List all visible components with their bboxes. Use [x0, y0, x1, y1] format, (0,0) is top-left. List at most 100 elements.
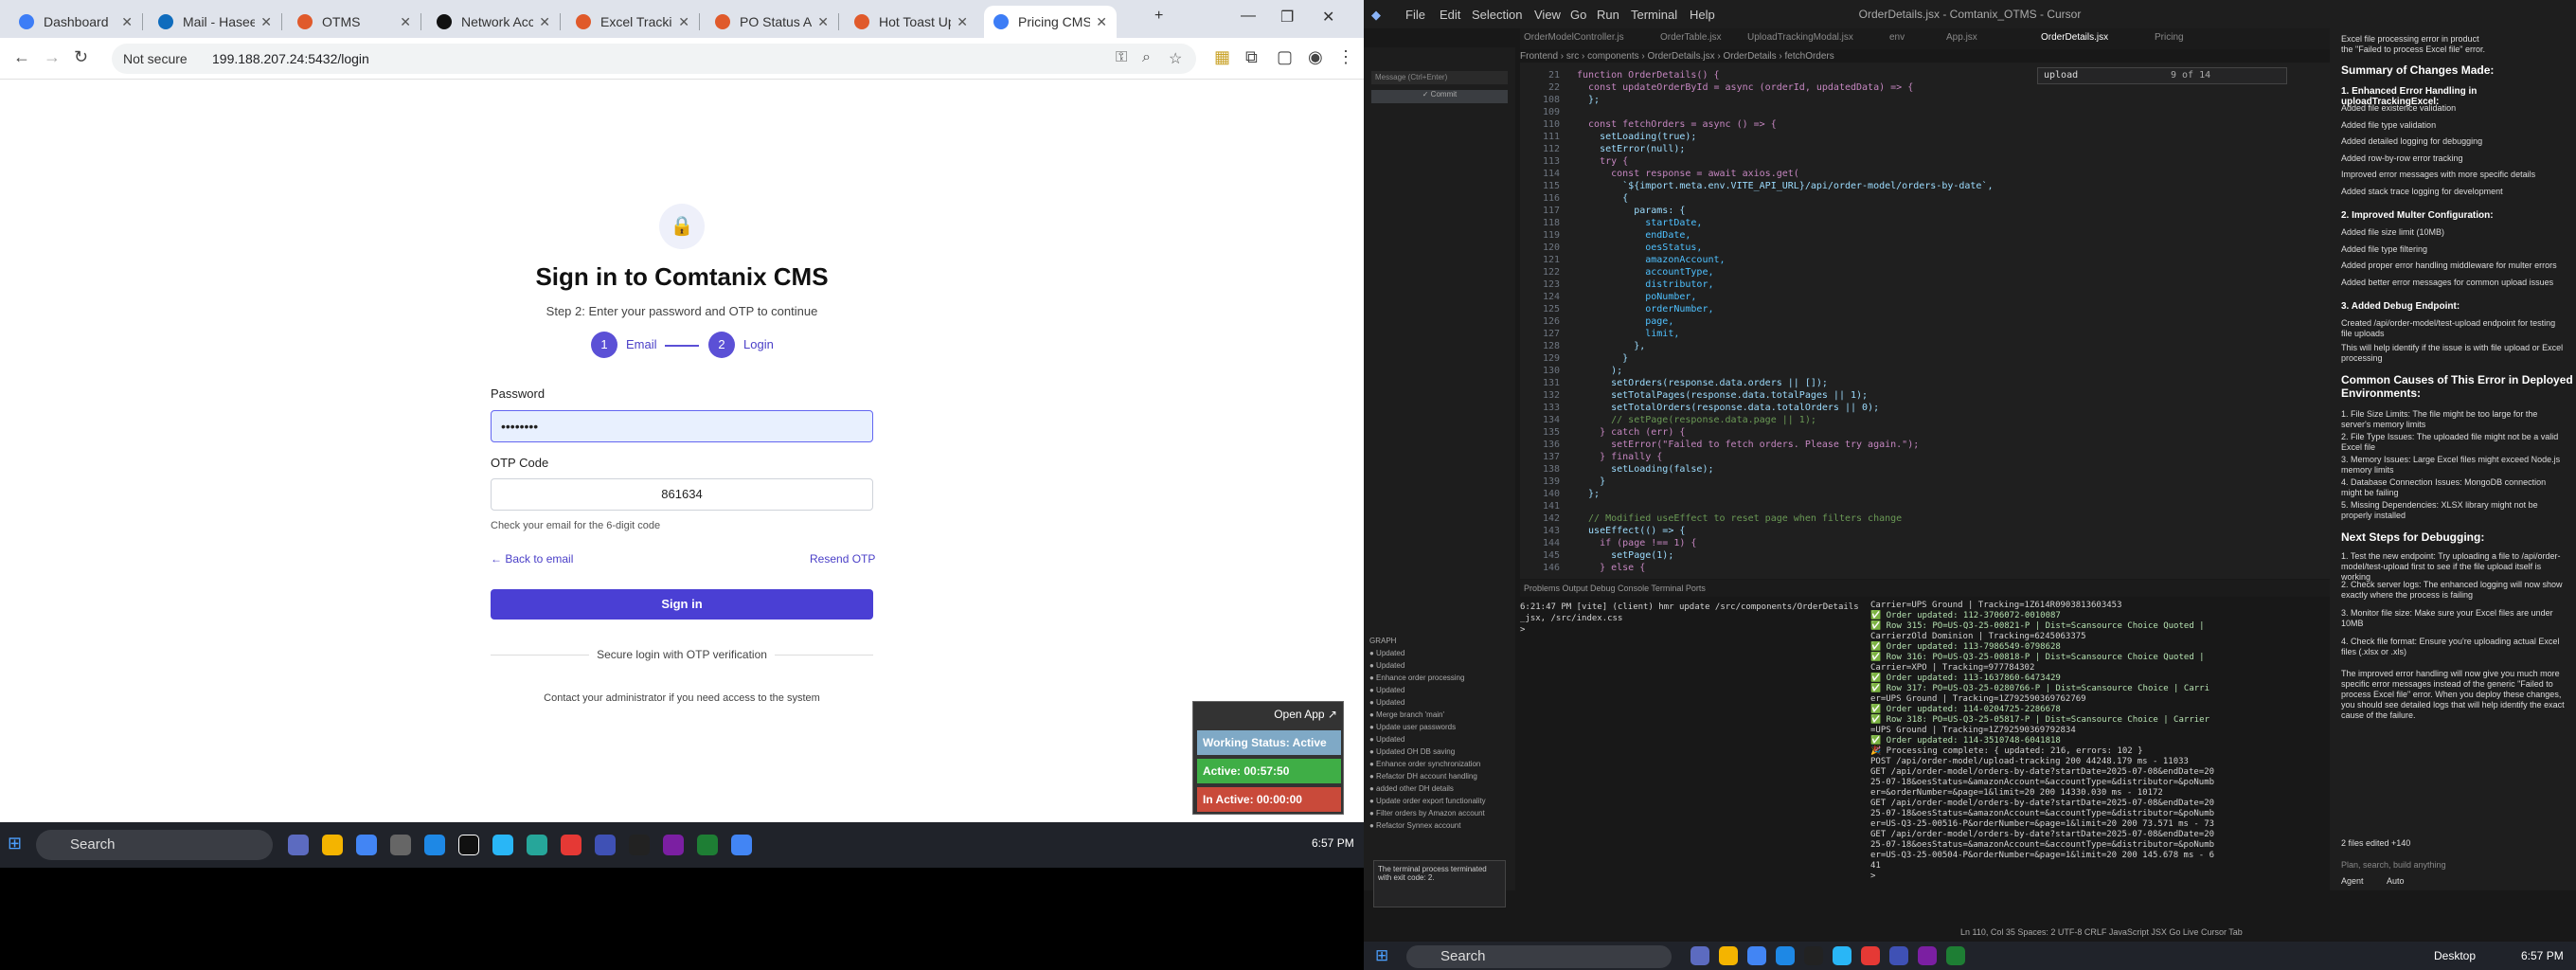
taskbar-search[interactable]: Search: [36, 830, 273, 860]
password-key-icon[interactable]: ⚿: [1116, 49, 1127, 66]
app-icon-5[interactable]: [527, 835, 547, 855]
chrome-icon-2[interactable]: [731, 835, 752, 855]
chat-numbered-item: 4. Database Connection Issues: MongoDB c…: [2341, 477, 2547, 497]
code-line: 139 }: [1520, 476, 2183, 489]
address-bar[interactable]: Not secure 199.188.207.24:5432/login ⚿ ⌕…: [112, 44, 1196, 74]
agent-mode-button[interactable]: Agent: [2341, 876, 2379, 887]
chrome-icon[interactable]: [356, 835, 377, 855]
browser-tab[interactable]: Hot Toast Upl ✕: [845, 6, 977, 38]
panel-tab-labels[interactable]: Problems Output Debug Console Terminal P…: [1524, 584, 1706, 593]
code-text: } else {: [1577, 563, 1646, 573]
tab-close-icon[interactable]: ✕: [400, 14, 411, 30]
app-icon[interactable]: [1861, 946, 1880, 965]
browser-tab[interactable]: PO Status API ✕: [706, 6, 838, 38]
tab-close-icon[interactable]: ✕: [957, 14, 968, 30]
editor-tab[interactable]: App.jsx: [1946, 32, 1977, 43]
new-tab-button[interactable]: +: [1154, 8, 1163, 25]
windows-start-icon[interactable]: ⊞: [8, 834, 22, 853]
otp-field[interactable]: 861634: [491, 478, 873, 511]
code-editor[interactable]: 21 function OrderDetails() {22 const upda…: [1520, 63, 2330, 579]
tab-favicon-icon: [437, 14, 452, 29]
editor-tab[interactable]: UploadTrackingModal.jsx: [1747, 32, 1853, 43]
extension-grid-icon[interactable]: ▦: [1214, 47, 1230, 67]
editor-tab[interactable]: OrderTable.jsx: [1660, 32, 1721, 43]
sign-in-button[interactable]: Sign in: [491, 589, 873, 620]
app-icon[interactable]: [1833, 946, 1852, 965]
restore-icon[interactable]: ❐: [1280, 8, 1294, 27]
tab-close-icon[interactable]: ✕: [817, 14, 829, 30]
browser-tab[interactable]: OTMS ✕: [288, 6, 420, 38]
browser-tab[interactable]: Network Acce ✕: [427, 6, 560, 38]
desktop-label[interactable]: Desktop: [2434, 949, 2476, 962]
browser-tab[interactable]: Pricing CMS ✕: [984, 6, 1117, 38]
tab-close-icon[interactable]: ✕: [260, 14, 272, 30]
terminal-left[interactable]: 6:21:47 PM [vite] (client) hmr update /s…: [1520, 597, 1859, 890]
excel-icon[interactable]: [697, 835, 718, 855]
zoom-icon[interactable]: ⌕: [1142, 49, 1151, 66]
excel-icon[interactable]: [1946, 946, 1965, 965]
chat-bullet: Added proper error handling middleware f…: [2341, 260, 2557, 270]
chrome-icon[interactable]: [1747, 946, 1766, 965]
sidebar-search[interactable]: Message (Ctrl+Enter): [1371, 71, 1508, 84]
url-text[interactable]: 199.188.207.24:5432/login: [212, 51, 369, 66]
files-edited-badge[interactable]: 2 files edited +140: [2341, 838, 2565, 849]
password-field[interactable]: ••••••••: [491, 410, 873, 442]
reload-icon[interactable]: ↻: [74, 47, 88, 67]
line-number: 113: [1542, 156, 1560, 167]
app-icon[interactable]: [1804, 946, 1823, 965]
app-icon-3[interactable]: [458, 835, 479, 855]
code-line: 116 {: [1520, 193, 2183, 206]
tab-close-icon[interactable]: ✕: [121, 14, 133, 30]
terminal-right[interactable]: Carrier=UPS Ground | Tracking=1Z614R0903…: [1870, 597, 2230, 890]
not-secure-badge[interactable]: Not secure: [123, 51, 188, 66]
back-to-email-link[interactable]: ← Back to email: [491, 552, 573, 566]
app-icon[interactable]: [1889, 946, 1908, 965]
app-icon-2[interactable]: [424, 835, 445, 855]
find-input[interactable]: upload: [2044, 70, 2078, 81]
tab-favicon-icon: [19, 14, 34, 29]
chat-input[interactable]: Plan, search, build anything: [2341, 860, 2565, 871]
terminal-line: _jsx, /src/index.css: [1520, 614, 1623, 623]
task-view-icon[interactable]: [288, 835, 309, 855]
bookmark-star-icon[interactable]: ☆: [1169, 49, 1182, 68]
terminal-line: er=UPS Ground | Tracking=1Z7925903697627…: [1870, 694, 2086, 704]
open-app-button[interactable]: Open App ↗: [1193, 702, 1345, 727]
line-number: 109: [1542, 107, 1560, 117]
file-explorer-icon[interactable]: [1719, 946, 1738, 965]
model-auto-button[interactable]: Auto: [2387, 876, 2424, 887]
editor-tab-active[interactable]: OrderDetails.jsx: [2041, 32, 2108, 43]
app-icon-4[interactable]: [492, 835, 513, 855]
app-icon[interactable]: [1776, 946, 1795, 965]
close-window-icon[interactable]: ✕: [1322, 8, 1334, 27]
browser-tab[interactable]: Excel Tracking ✕: [566, 6, 699, 38]
back-icon[interactable]: ←: [13, 47, 30, 67]
split-view-icon[interactable]: ▢: [1277, 47, 1293, 67]
editor-tab[interactable]: Pricing: [2155, 32, 2184, 43]
taskbar-search[interactable]: Search: [1406, 945, 1672, 968]
windows-start-icon[interactable]: ⊞: [1375, 946, 1388, 965]
app-icon-1[interactable]: [390, 835, 411, 855]
browser-tab[interactable]: Dashboard ✕: [9, 6, 142, 38]
resend-otp-link[interactable]: Resend OTP: [810, 552, 875, 566]
commit-button[interactable]: ✓ Commit: [1371, 90, 1508, 103]
tab-close-icon[interactable]: ✕: [678, 14, 689, 30]
profile-avatar-icon[interactable]: ◉: [1308, 47, 1323, 67]
editor-tab[interactable]: OrderModelController.js: [1524, 32, 1624, 43]
app-icon-6[interactable]: [561, 835, 581, 855]
browser-tab[interactable]: Mail - Haseeb ✕: [149, 6, 281, 38]
code-text: params: {: [1577, 206, 1686, 216]
forward-icon[interactable]: →: [44, 47, 61, 67]
minimize-icon[interactable]: —: [1241, 8, 1256, 25]
app-icon-7[interactable]: [595, 835, 616, 855]
app-icon-8[interactable]: [629, 835, 650, 855]
task-view-icon[interactable]: [1690, 946, 1709, 965]
onenote-icon[interactable]: [663, 835, 684, 855]
file-explorer-icon[interactable]: [322, 835, 343, 855]
editor-tab[interactable]: env: [1889, 32, 1905, 43]
tab-close-icon[interactable]: ✕: [1096, 14, 1107, 30]
onenote-icon[interactable]: [1918, 946, 1937, 965]
tab-close-icon[interactable]: ✕: [539, 14, 550, 30]
extensions-puzzle-icon[interactable]: ⧉: [1245, 47, 1258, 67]
find-widget[interactable]: upload 9 of 14: [2037, 67, 2287, 84]
menu-kebab-icon[interactable]: ⋮: [1337, 47, 1354, 67]
